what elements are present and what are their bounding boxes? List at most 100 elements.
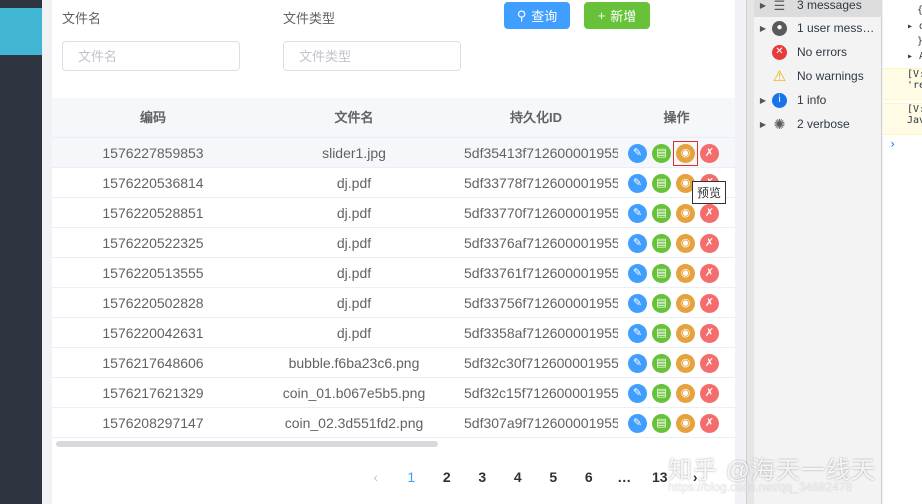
cell-persistent-id: 5df33756f7126000019552: [464, 295, 618, 311]
document-icon[interactable]: ▤: [652, 413, 671, 433]
filetype-label: 文件类型: [283, 11, 336, 26]
horizontal-scrollbar[interactable]: [56, 441, 438, 447]
search-button-label: 查询: [531, 9, 558, 24]
console-line[interactable]: ▸ A: [907, 51, 922, 62]
cell-persistent-id: 5df32c15f7126000019552: [464, 385, 618, 401]
cell-code: 1576220528851: [102, 205, 204, 221]
cell-filename: dj.pdf: [336, 235, 372, 251]
document-icon[interactable]: ▤: [652, 203, 671, 223]
filetype-input[interactable]: [283, 41, 461, 71]
sidebar-active-item[interactable]: [0, 8, 42, 55]
cell-actions: ✎▤◉✗: [618, 408, 735, 438]
table-row: 1576217621329 coin_01.b067e5b5.png 5df32c1…: [52, 378, 735, 408]
delete-icon[interactable]: ✗: [700, 263, 719, 283]
preview-tooltip: 预览: [692, 181, 727, 204]
console-prompt-icon[interactable]: ›: [889, 137, 896, 151]
cell-code: 1576220513555: [102, 265, 204, 281]
cell-filename: dj.pdf: [336, 175, 372, 191]
delete-icon[interactable]: ✗: [700, 413, 719, 433]
preview-eye-icon[interactable]: ◉: [676, 203, 695, 223]
page-1[interactable]: 1: [394, 469, 430, 485]
bug-icon: ✺: [773, 116, 786, 132]
edit-icon[interactable]: ✎: [628, 353, 647, 373]
preview-eye-icon[interactable]: ◉: [676, 413, 695, 433]
edit-icon[interactable]: ✎: [628, 293, 647, 313]
info-filter[interactable]: ▶ i 1 info: [754, 88, 882, 112]
delete-icon[interactable]: ✗: [700, 323, 719, 343]
document-icon[interactable]: ▤: [652, 263, 671, 283]
errors-label: No errors: [797, 45, 848, 59]
page-6[interactable]: 6: [571, 469, 607, 485]
preview-eye-icon[interactable]: ◉: [676, 353, 695, 373]
cell-actions: ✎▤◉✗: [618, 348, 735, 378]
preview-eye-icon[interactable]: ◉: [676, 293, 695, 313]
delete-icon[interactable]: ✗: [700, 143, 719, 163]
info-label: 1 info: [797, 93, 827, 107]
header-actions: 操作: [663, 110, 690, 125]
delete-icon[interactable]: ✗: [700, 293, 719, 313]
document-icon[interactable]: ▤: [652, 293, 671, 313]
add-button[interactable]: + 新增: [584, 2, 650, 29]
cell-persistent-id: 5df33778f7126000019552: [464, 175, 618, 191]
preview-eye-icon[interactable]: ◉: [676, 323, 695, 343]
watermark-url: https://blog.csdn.net/qq_34682478: [668, 480, 853, 494]
messages-filter[interactable]: ▶ ☰ 3 messages: [754, 0, 882, 17]
edit-icon[interactable]: ✎: [628, 413, 647, 433]
edit-icon[interactable]: ✎: [628, 143, 647, 163]
table-header: 编码 文件名 持久化ID 操作: [52, 98, 735, 138]
delete-icon[interactable]: ✗: [700, 233, 719, 253]
preview-eye-icon[interactable]: ◉: [676, 143, 695, 163]
cell-actions: ✎▤◉✗: [618, 318, 735, 348]
document-icon[interactable]: ▤: [652, 233, 671, 253]
edit-icon[interactable]: ✎: [628, 233, 647, 253]
cell-filename: dj.pdf: [336, 325, 372, 341]
cell-code: 1576227859853: [102, 145, 204, 161]
edit-icon[interactable]: ✎: [628, 323, 647, 343]
page-4[interactable]: 4: [500, 469, 536, 485]
table-row: 1576220042631 dj.pdf 5df3358af712600001955…: [52, 318, 735, 348]
document-icon[interactable]: ▤: [652, 353, 671, 373]
edit-icon[interactable]: ✎: [628, 383, 647, 403]
document-icon[interactable]: ▤: [652, 323, 671, 343]
document-icon[interactable]: ▤: [652, 173, 671, 193]
console-line: }: [917, 36, 922, 47]
page-2[interactable]: 2: [429, 469, 465, 485]
user-messages-label: 1 user mess…: [797, 21, 875, 35]
app-sidebar: [0, 0, 42, 504]
filename-input[interactable]: [62, 41, 240, 71]
document-icon[interactable]: ▤: [652, 383, 671, 403]
expand-arrow-icon: ▶: [759, 95, 767, 105]
edit-icon[interactable]: ✎: [628, 203, 647, 223]
search-button[interactable]: ⚲ 查询: [504, 2, 570, 29]
cell-code: 1576220522325: [102, 235, 204, 251]
panel-divider[interactable]: [746, 0, 754, 504]
preview-eye-icon[interactable]: ◉: [676, 233, 695, 253]
edit-icon[interactable]: ✎: [628, 173, 647, 193]
page-3[interactable]: 3: [465, 469, 501, 485]
errors-filter[interactable]: ▶ ✕ No errors: [754, 40, 882, 64]
user-icon: ●: [772, 20, 787, 36]
edit-icon[interactable]: ✎: [628, 263, 647, 283]
preview-eye-icon[interactable]: ◉: [676, 383, 695, 403]
document-icon[interactable]: ▤: [652, 143, 671, 163]
delete-icon[interactable]: ✗: [700, 383, 719, 403]
preview-eye-icon[interactable]: ◉: [676, 263, 695, 283]
page-5[interactable]: 5: [536, 469, 572, 485]
cell-persistent-id: 5df3376af7126000019552: [464, 235, 618, 251]
table-row: 1576227859853 slider1.jpg 5df35413f7126000…: [52, 138, 735, 168]
table-row: 1576208297147 coin_02.3d551fd2.png 5df307a…: [52, 408, 735, 438]
delete-icon[interactable]: ✗: [700, 353, 719, 373]
list-icon: ☰: [773, 0, 786, 13]
cell-filename: coin_02.3d551fd2.png: [284, 415, 424, 431]
page-ellipsis[interactable]: …: [607, 469, 643, 485]
cell-code: 1576217621329: [102, 385, 204, 401]
verbose-filter[interactable]: ▶ ✺ 2 verbose: [754, 112, 882, 136]
error-icon: ✕: [772, 44, 787, 60]
console-sidebar: ▶ ☰ 3 messages ▶ ● 1 user mess… ▶ ✕ No e…: [754, 0, 882, 504]
delete-icon[interactable]: ✗: [700, 203, 719, 223]
cell-code: 1576208297147: [102, 415, 204, 431]
warnings-filter[interactable]: ▶ ⚠ No warnings: [754, 64, 882, 88]
prev-page-button[interactable]: ‹: [358, 469, 394, 485]
user-messages-filter[interactable]: ▶ ● 1 user mess…: [754, 16, 882, 40]
console-line[interactable]: ▸ d: [907, 21, 922, 32]
